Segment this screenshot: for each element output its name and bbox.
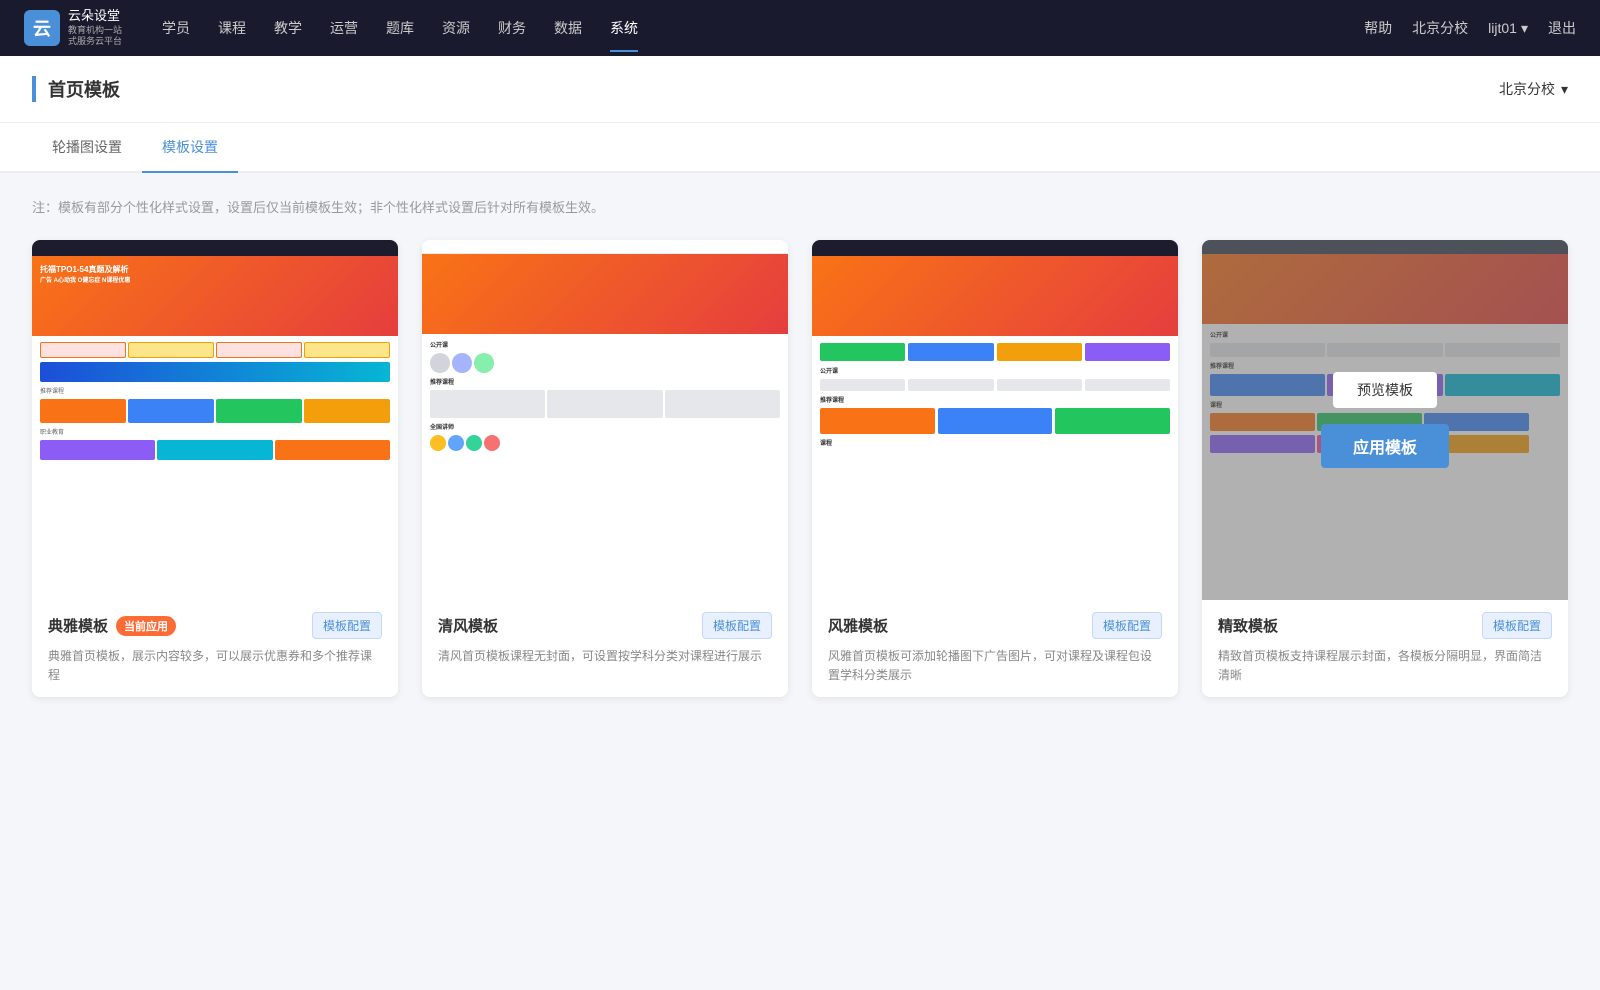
branch-selector[interactable]: 北京分校 ▾: [1499, 79, 1568, 99]
navbar-right: 帮助 北京分校 lijt01 ▾ 退出: [1364, 18, 1576, 38]
help-link[interactable]: 帮助: [1364, 18, 1392, 38]
template-desc-qingfeng: 清风首页模板课程无封面，可设置按学科分类对课程进行展示: [438, 647, 772, 666]
navbar-menu-item-教学[interactable]: 教学: [274, 14, 302, 42]
page-title: 首页模板: [32, 76, 120, 102]
template-name-fengya: 风雅模板: [828, 615, 888, 636]
logo[interactable]: 云 云朵设堂 教育机构一站 式服务云平台: [24, 8, 122, 48]
user-dropdown[interactable]: lijt01 ▾: [1488, 20, 1528, 37]
navbar: 云 云朵设堂 教育机构一站 式服务云平台 学员课程教学运营题库资源财务数据系统 …: [0, 0, 1600, 56]
notice-text: 注：模板有部分个性化样式设置，设置后仅当前模板生效；非个性化样式设置后针对所有模…: [32, 197, 1568, 216]
active-badge-diangyA: 当前应用: [116, 616, 176, 636]
navbar-menu-item-运营[interactable]: 运营: [330, 14, 358, 42]
template-name-qingfeng: 清风模板: [438, 615, 498, 636]
template-footer-fengya: 风雅模板 模板配置风雅首页模板可添加轮播图下广告图片，可对课程及课程包设置学科分类…: [812, 600, 1178, 697]
template-preview-qingfeng: 公开课 推荐课程 全国讲师 预览模板应用模板: [422, 240, 788, 600]
logout-link[interactable]: 退出: [1548, 18, 1576, 38]
template-preview-jingzhi: 公开课 推荐课程 课程 预览模板应用模板: [1202, 240, 1568, 600]
navbar-menu-item-学员[interactable]: 学员: [162, 14, 190, 42]
template-desc-fengya: 风雅首页模板可添加轮播图下广告图片，可对课程及课程包设置学科分类展示: [828, 647, 1162, 685]
navbar-menu-item-数据[interactable]: 数据: [554, 14, 582, 42]
branch-link[interactable]: 北京分校: [1412, 18, 1468, 38]
template-name-jingzhi: 精致模板: [1218, 615, 1278, 636]
template-footer-qingfeng: 清风模板 模板配置清风首页模板课程无封面，可设置按学科分类对课程进行展示: [422, 600, 788, 678]
template-overlay-jingzhi: 预览模板应用模板: [1202, 240, 1568, 600]
templates-grid: 托福TPO1-54真题及解析广告 A心动我 O健忘症 N课程优惠 推荐课程 职业…: [32, 240, 1568, 697]
logo-text: 云朵设堂 教育机构一站 式服务云平台: [68, 8, 122, 48]
preview-button-jingzhi[interactable]: 预览模板: [1333, 372, 1437, 408]
navbar-menu-item-财务[interactable]: 财务: [498, 14, 526, 42]
template-preview-diangyA: 托福TPO1-54真题及解析广告 A心动我 O健忘症 N课程优惠 推荐课程 职业…: [32, 240, 398, 600]
template-desc-diangyA: 典雅首页模板，展示内容较多，可以展示优惠券和多个推荐课程: [48, 647, 382, 685]
navbar-menu-item-系统[interactable]: 系统: [610, 14, 638, 42]
navbar-menu-item-资源[interactable]: 资源: [442, 14, 470, 42]
config-button-qingfeng[interactable]: 模板配置: [702, 612, 772, 639]
template-footer-diangyA: 典雅模板当前应用 模板配置典雅首页模板，展示内容较多，可以展示优惠券和多个推荐课程: [32, 600, 398, 697]
apply-button-jingzhi[interactable]: 应用模板: [1321, 424, 1449, 468]
template-card-qingfeng: 公开课 推荐课程 全国讲师 预览模板应用模板清风模板 模板配置清风首页模板课程无封…: [422, 240, 788, 697]
config-button-jingzhi[interactable]: 模板配置: [1482, 612, 1552, 639]
navbar-menu-item-题库[interactable]: 题库: [386, 14, 414, 42]
template-desc-jingzhi: 精致首页模板支持课程展示封面，各模板分隔明显，界面简洁清晰: [1218, 647, 1552, 685]
tab-轮播图设置[interactable]: 轮播图设置: [32, 123, 142, 173]
config-button-fengya[interactable]: 模板配置: [1092, 612, 1162, 639]
template-preview-fengya: 公开课 推荐课程 课程 预览模板应用模板: [812, 240, 1178, 600]
chevron-down-icon: ▾: [1521, 20, 1528, 37]
page-content: 注：模板有部分个性化样式设置，设置后仅当前模板生效；非个性化样式设置后针对所有模…: [0, 173, 1600, 721]
navbar-menu-item-课程[interactable]: 课程: [218, 14, 246, 42]
navbar-menu: 学员课程教学运营题库资源财务数据系统: [162, 14, 1364, 42]
chevron-down-icon: ▾: [1561, 81, 1568, 98]
template-footer-jingzhi: 精致模板 模板配置精致首页模板支持课程展示封面，各模板分隔明显，界面简洁清晰: [1202, 600, 1568, 697]
page-header: 首页模板 北京分校 ▾: [0, 56, 1600, 123]
template-card-jingzhi: 公开课 推荐课程 课程 预览模板应用模板精致模板模板配置精致首页模板: [1202, 240, 1568, 697]
template-name-diangyA: 典雅模板当前应用: [48, 615, 176, 636]
tab-模板设置[interactable]: 模板设置: [142, 123, 238, 173]
template-card-fengya: 公开课 推荐课程 课程 预览模板应用模板风雅模板 模板配置风雅首页模板可添加轮播图…: [812, 240, 1178, 697]
config-button-diangyA[interactable]: 模板配置: [312, 612, 382, 639]
logo-icon: 云: [24, 10, 60, 46]
tabs-bar: 轮播图设置模板设置: [0, 123, 1600, 173]
template-card-diangyA: 托福TPO1-54真题及解析广告 A心动我 O健忘症 N课程优惠 推荐课程 职业…: [32, 240, 398, 697]
